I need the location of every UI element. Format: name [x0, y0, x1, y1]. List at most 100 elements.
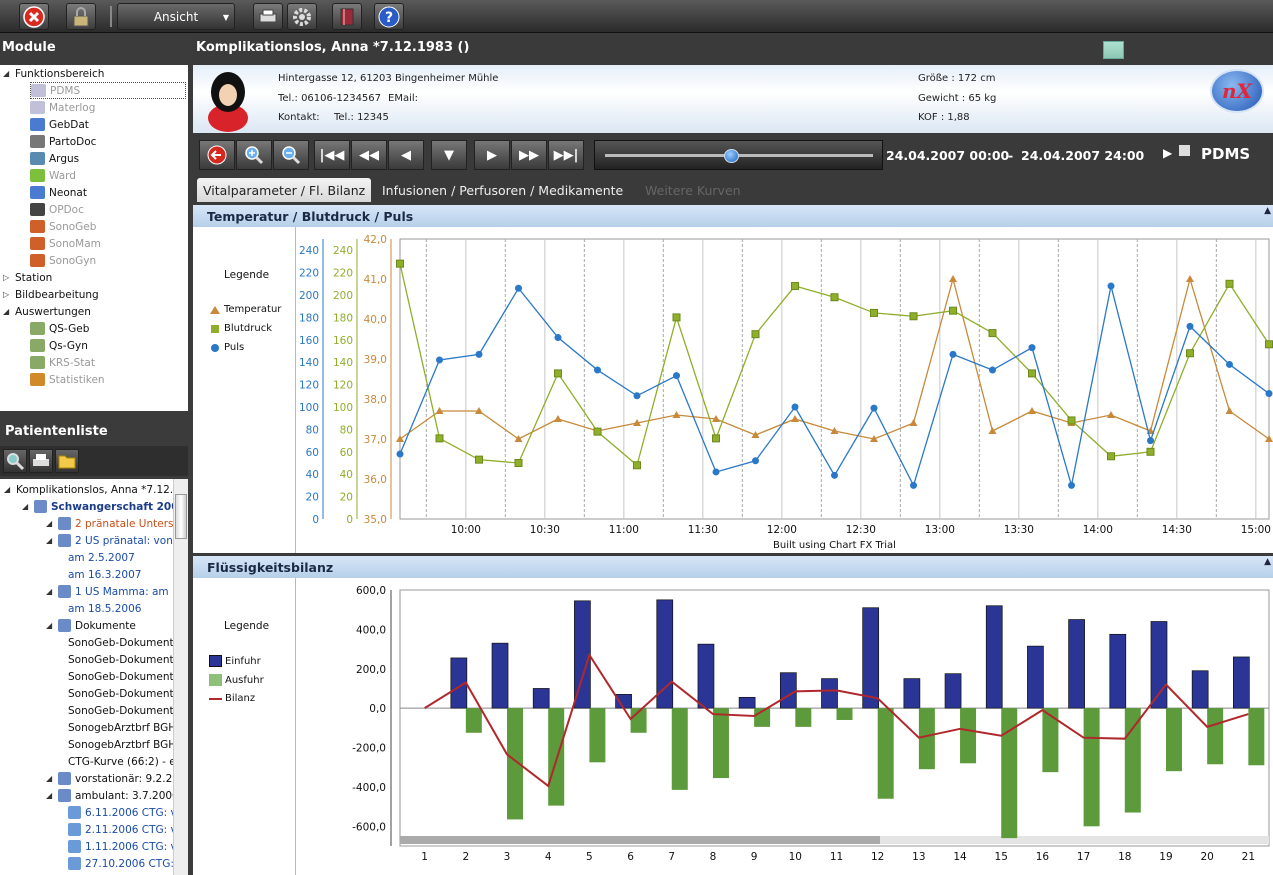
collapse-arrow-icon[interactable]: ◢ — [46, 791, 58, 800]
settings-button[interactable] — [287, 3, 317, 30]
bar-einfuhr — [697, 643, 715, 709]
collapse-arrow-icon[interactable]: ◢ — [4, 485, 16, 494]
down-button[interactable]: ▼ — [431, 140, 467, 170]
tab-vitalparameter[interactable]: Vitalparameter / Fl. Bilanz — [197, 178, 372, 202]
patient-tree-item[interactable]: ◢ vorstationär: 9.2.20 — [46, 770, 179, 787]
back-button[interactable] — [199, 140, 235, 170]
module-item-ward[interactable]: Ward — [30, 167, 76, 184]
module-item-opdoc[interactable]: OPDoc — [30, 201, 84, 218]
slider-thumb[interactable] — [723, 149, 739, 163]
module-item-pdms[interactable]: PDMS — [30, 82, 186, 99]
patient-print-button[interactable] — [29, 449, 53, 473]
module-item-argus[interactable]: Argus — [30, 150, 79, 167]
patient-tree-item[interactable]: ◢ ambulant: 3.7.2006, — [46, 787, 182, 804]
module-item-funktionsbereich[interactable]: ◢ Funktionsbereich — [3, 65, 104, 82]
patient-tree-item[interactable]: ◢ Komplikationslos, Anna *7.12.1 — [4, 481, 180, 498]
fast-back-button[interactable]: ◀◀ — [351, 140, 387, 170]
module-item-gebdat[interactable]: GebDat — [30, 116, 89, 133]
tab-infusionen[interactable]: Infusionen / Perfusoren / Medikamente — [376, 178, 629, 202]
bar-einfuhr — [1068, 619, 1085, 709]
module-item-qs-geb[interactable]: QS-Geb — [30, 320, 89, 337]
step-back-button[interactable]: ◀ — [388, 140, 424, 170]
window-restore-icon[interactable] — [1103, 41, 1124, 59]
module-item-materlog[interactable]: Materlog — [30, 99, 95, 116]
module-item-bildbearbeitung[interactable]: ▷ Bildbearbeitung — [3, 286, 99, 303]
collapse-icon[interactable]: ▲ — [1264, 206, 1271, 216]
patient-tree-item[interactable]: ◢ 1 US Mamma: am 18 — [46, 583, 185, 600]
patient-tree-item[interactable]: SonoGeb-Dokument - — [68, 668, 181, 685]
module-item-neonat[interactable]: Neonat — [30, 184, 87, 201]
fast-forward-button[interactable]: ▶▶ — [511, 140, 547, 170]
patient-tree-item[interactable]: SonoGeb-Dokument - — [68, 685, 181, 702]
patient-tree-item[interactable]: ◢ 2 US pränatal: von 1 — [46, 532, 183, 549]
print-button[interactable] — [253, 3, 283, 30]
data-point-blutdruck — [475, 455, 483, 464]
time-slider[interactable] — [594, 140, 883, 170]
ctg-icon — [68, 840, 81, 853]
expand-arrow-icon[interactable]: ▷ — [3, 273, 15, 282]
patient-tree-item[interactable]: am 18.5.2006 — [68, 600, 141, 617]
module-item-statistiken[interactable]: Statistiken — [30, 371, 105, 388]
patient-tree-item[interactable]: SonogebArztbrf BGH — [68, 719, 176, 736]
patient-tree-label: SonogebArztbrf BGH — [68, 738, 177, 751]
patient-tree-item[interactable]: ◢ Dokumente — [46, 617, 136, 634]
patient-tree-item[interactable]: am 2.5.2007 — [68, 549, 135, 566]
patient-tree-item[interactable]: ◢ 2 pränatale Untersuc — [46, 515, 186, 532]
collapse-arrow-icon[interactable]: ◢ — [46, 774, 58, 783]
patient-tree-item[interactable]: 27.10.2006 CTG: — [68, 855, 174, 872]
play-icon[interactable]: ▶ — [1163, 146, 1172, 160]
stop-icon[interactable] — [1179, 145, 1190, 156]
close-button[interactable] — [19, 3, 49, 30]
patient-tree-item[interactable]: SonogebArztbrf BGH — [68, 736, 176, 753]
module-item-partodoc[interactable]: PartoDoc — [30, 133, 96, 150]
view-menu-dropdown[interactable]: Ansicht ▼ — [117, 3, 235, 30]
zoom-in-button[interactable] — [236, 140, 272, 170]
patient-tree-scrollbar[interactable] — [173, 479, 188, 875]
lock-button[interactable] — [66, 3, 96, 30]
patient-folder-button[interactable] — [55, 449, 79, 473]
patient-tree-item[interactable]: ◢ Schwangerschaft 200 — [22, 498, 179, 515]
collapse-arrow-icon[interactable]: ◢ — [46, 621, 58, 630]
collapse-arrow-icon[interactable]: ◢ — [3, 69, 15, 78]
module-item-sonogyn[interactable]: SonoGyn — [30, 252, 96, 269]
first-button[interactable]: |◀◀ — [314, 140, 350, 170]
view-menu-label: Ansicht — [153, 9, 199, 24]
module-item-krs-stat[interactable]: KRS-Stat — [30, 354, 95, 371]
fast-forward-icon: ▶▶ — [519, 147, 539, 163]
bar-ausfuhr — [877, 708, 894, 799]
patient-tree-item[interactable]: SonoGeb-Dokument - — [68, 651, 181, 668]
collapse-arrow-icon[interactable]: ◢ — [46, 519, 58, 528]
patient-tree-item[interactable]: SonoGeb-Dokument - — [68, 702, 181, 719]
x-tick-label: 11:30 — [688, 524, 718, 536]
patient-tree-item[interactable]: CTG-Kurve (66:2) - e — [68, 753, 176, 770]
patient-tree-item[interactable]: 1.11.2006 CTG: v — [68, 838, 177, 855]
last-button[interactable]: ▶▶| — [548, 140, 584, 170]
module-item-sonogeb[interactable]: SonoGeb — [30, 218, 96, 235]
collapse-arrow-icon[interactable]: ◢ — [46, 587, 58, 596]
x-tick-label: 15 — [995, 851, 1008, 863]
module-item-auswertungen[interactable]: ◢ Auswertungen — [3, 303, 91, 320]
module-item-station[interactable]: ▷ Station — [3, 269, 52, 286]
module-item-qs-gyn[interactable]: Qs-Gyn — [30, 337, 88, 354]
expand-arrow-icon[interactable]: ▷ — [3, 290, 15, 299]
patient-search-button[interactable] — [3, 449, 27, 473]
legend-item-blutdruck: Blutdruck — [209, 323, 272, 334]
collapse-arrow-icon[interactable]: ◢ — [22, 502, 34, 511]
patient-tree-item[interactable]: 2.11.2006 CTG: v — [68, 821, 177, 838]
patient-tree-item[interactable]: 6.11.2006 CTG: v — [68, 804, 177, 821]
book-button[interactable] — [332, 3, 362, 30]
collapse-arrow-icon[interactable]: ◢ — [46, 536, 58, 545]
vitals-panel-header[interactable]: Temperatur / Blutdruck / Puls ▲ — [193, 205, 1273, 227]
zoom-out-button[interactable] — [273, 140, 309, 170]
module-item-sonomam[interactable]: SonoMam — [30, 235, 101, 252]
scrollbar-thumb[interactable] — [175, 494, 187, 539]
step-forward-button[interactable]: ▶ — [474, 140, 510, 170]
help-button[interactable]: ? — [374, 3, 404, 30]
patient-tree-item[interactable]: am 16.3.2007 — [68, 566, 141, 583]
fluid-panel-header[interactable]: Flüssigkeitsbilanz ▲ — [193, 556, 1273, 578]
data-point-blutdruck — [633, 461, 641, 470]
collapse-icon[interactable]: ▲ — [1264, 557, 1271, 567]
y-tick-label-blutdruck: 160 — [333, 335, 353, 347]
patient-tree-item[interactable]: SonoGeb-Dokument - — [68, 634, 181, 651]
collapse-arrow-icon[interactable]: ◢ — [3, 307, 15, 316]
